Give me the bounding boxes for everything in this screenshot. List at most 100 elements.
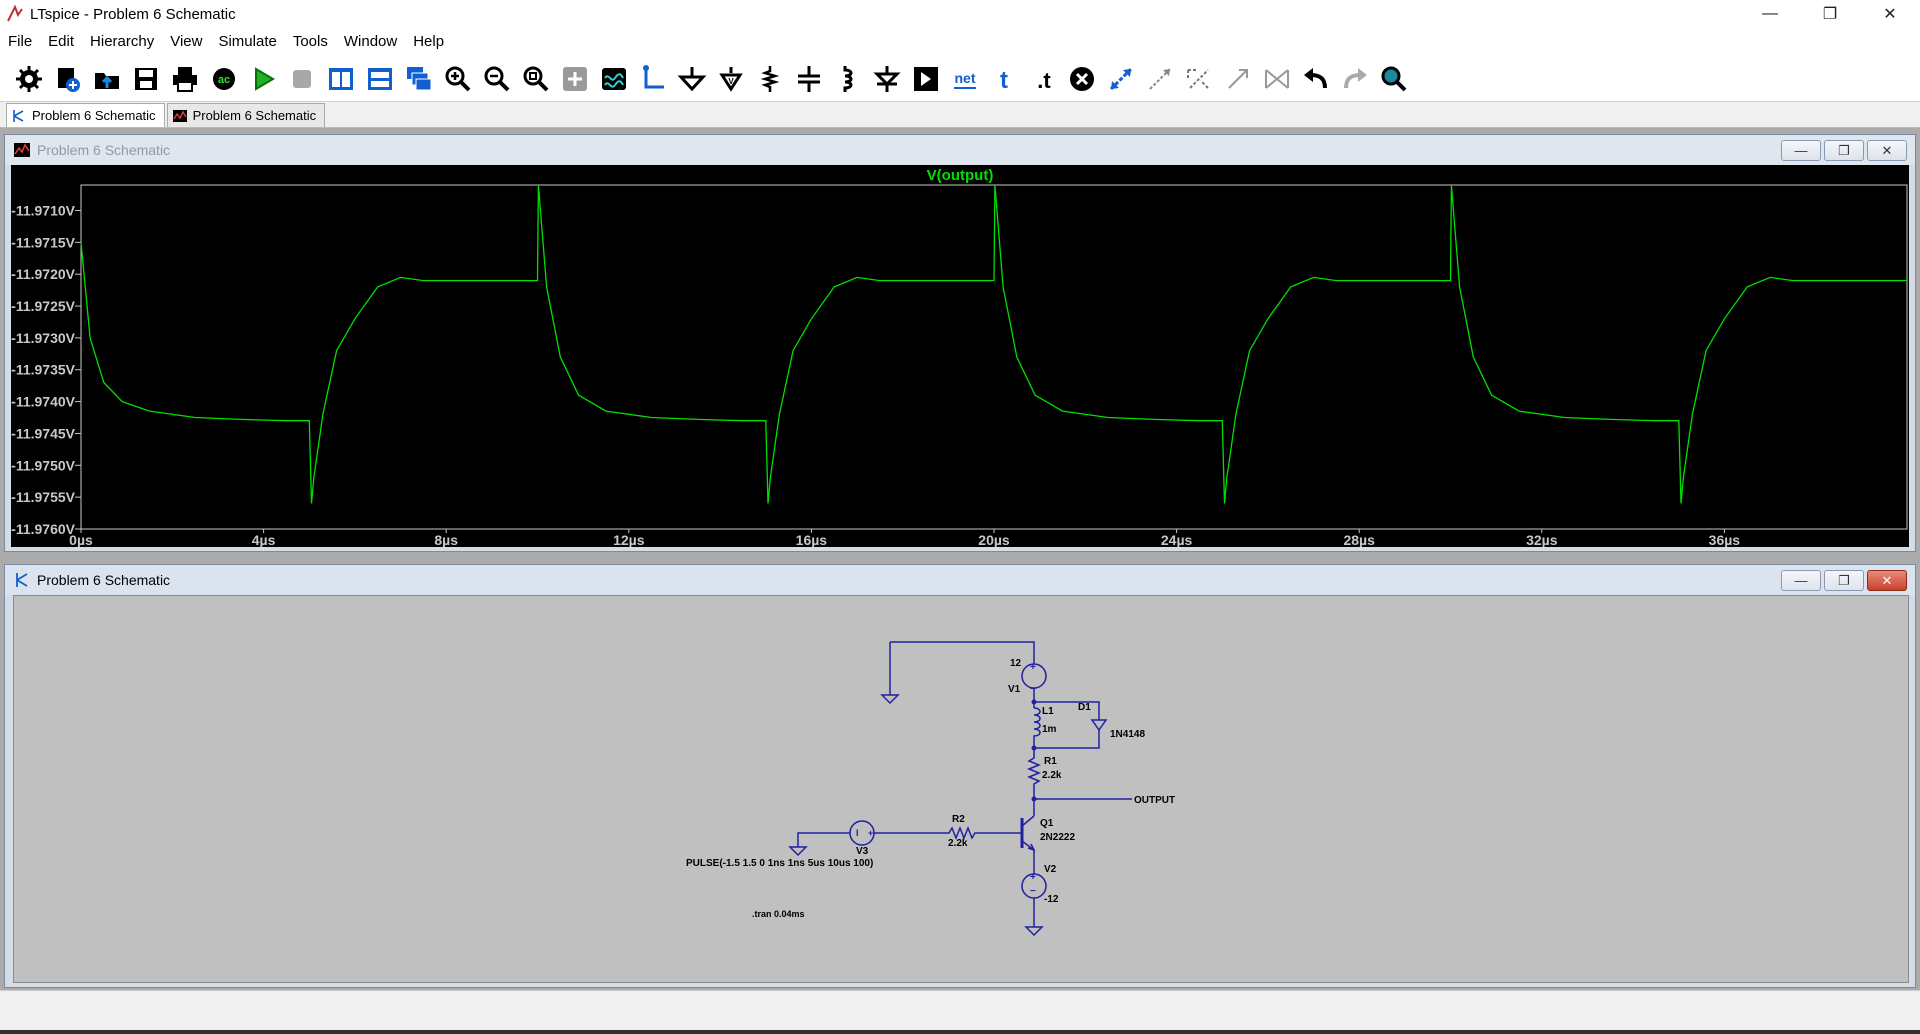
l1-inductor-symbol bbox=[1033, 707, 1041, 748]
redo-icon[interactable] bbox=[1338, 62, 1372, 96]
capacitor-icon[interactable] bbox=[792, 62, 826, 96]
zoom-in-icon[interactable] bbox=[441, 62, 475, 96]
minimize-button[interactable]: — bbox=[1740, 0, 1800, 28]
y-tick-label: -11.9710V bbox=[11, 202, 75, 218]
print-icon[interactable] bbox=[168, 62, 202, 96]
tile-horizontal-icon[interactable] bbox=[363, 62, 397, 96]
drag-icon[interactable] bbox=[1143, 62, 1177, 96]
menu-window[interactable]: Window bbox=[336, 33, 405, 50]
plot-window-title: Problem 6 Schematic bbox=[37, 142, 171, 158]
find-icon[interactable] bbox=[1377, 62, 1411, 96]
spice-directive-icon[interactable]: .t bbox=[1026, 62, 1060, 96]
schematic-window: Problem 6 Schematic — ❐ ✕ + − I + + − 12… bbox=[4, 564, 1916, 988]
menu-simulate[interactable]: Simulate bbox=[210, 33, 284, 50]
zoom-out-icon[interactable] bbox=[480, 62, 514, 96]
q1-model-label: 2N2222 bbox=[1040, 832, 1075, 843]
component-icon[interactable] bbox=[909, 62, 943, 96]
close-button[interactable]: ✕ bbox=[1860, 0, 1920, 28]
y-tick-label: -11.9755V bbox=[11, 489, 75, 505]
document-tabs: Problem 6 Schematic Problem 6 Schematic bbox=[0, 102, 1920, 128]
wire-icon[interactable] bbox=[636, 62, 670, 96]
tab-schematic[interactable]: Problem 6 Schematic bbox=[6, 103, 165, 127]
plot-restore-button[interactable]: ❐ bbox=[1824, 140, 1864, 161]
paste-icon[interactable] bbox=[1260, 62, 1294, 96]
x-tick-label: 28µs bbox=[1343, 532, 1375, 547]
d1-name-label: D1 bbox=[1078, 702, 1091, 713]
x-tick-label: 32µs bbox=[1526, 532, 1558, 547]
svg-text:+: + bbox=[868, 828, 873, 838]
mdi-workspace: Problem 6 Schematic — ❐ ✕ V(output) -11.… bbox=[0, 128, 1920, 990]
undo-icon[interactable] bbox=[1299, 62, 1333, 96]
menu-edit[interactable]: Edit bbox=[40, 33, 82, 50]
r2-value-label: 2.2k bbox=[948, 838, 968, 849]
restore-button[interactable]: ❐ bbox=[1800, 0, 1860, 28]
move-icon[interactable] bbox=[1104, 62, 1138, 96]
mirror-icon[interactable] bbox=[1221, 62, 1255, 96]
ground-icon[interactable] bbox=[675, 62, 709, 96]
x-tick-label: 20µs bbox=[978, 532, 1010, 547]
plot-close-button[interactable]: ✕ bbox=[1867, 140, 1907, 161]
menu-view[interactable]: View bbox=[162, 33, 210, 50]
menu-tools[interactable]: Tools bbox=[285, 33, 336, 50]
zoom-fit-icon[interactable] bbox=[519, 62, 553, 96]
autorange-icon[interactable] bbox=[597, 62, 631, 96]
schematic-icon bbox=[16, 573, 28, 587]
svg-text:+: + bbox=[1030, 872, 1036, 883]
x-tick-label: 16µs bbox=[796, 532, 828, 547]
text-icon[interactable]: t bbox=[987, 62, 1021, 96]
net-icon[interactable]: net bbox=[948, 62, 982, 96]
y-tick-label: -11.9745V bbox=[11, 425, 75, 441]
new-schematic-icon[interactable] bbox=[51, 62, 85, 96]
ac-analysis-icon[interactable]: ac bbox=[207, 62, 241, 96]
resistor-icon[interactable] bbox=[753, 62, 787, 96]
plot-window-titlebar[interactable]: Problem 6 Schematic — ❐ ✕ bbox=[5, 135, 1915, 165]
plot-minimize-button[interactable]: — bbox=[1781, 140, 1821, 161]
schematic-canvas[interactable]: + − I + + − 12 V1 L1 1m D1 1N4148 R1 2.2… bbox=[13, 595, 1909, 983]
r1-value-label: 2.2k bbox=[1042, 770, 1062, 781]
waveform-plot-pane[interactable]: V(output) -11.9710V -11.9715V -11.9720V -11… bbox=[11, 165, 1909, 547]
toolbar: ac V net t .t bbox=[0, 56, 1920, 102]
v2-name-label: V2 bbox=[1044, 864, 1057, 875]
y-tick-label: -11.9750V bbox=[11, 457, 75, 473]
r2-resistor-symbol bbox=[919, 825, 992, 841]
schematic-minimize-button[interactable]: — bbox=[1781, 570, 1821, 591]
svg-text:net: net bbox=[955, 70, 976, 86]
menu-hierarchy[interactable]: Hierarchy bbox=[82, 33, 162, 50]
d1-diode-symbol bbox=[1090, 719, 1108, 732]
window-title: LTspice - Problem 6 Schematic bbox=[30, 5, 236, 23]
tile-vertical-icon[interactable] bbox=[324, 62, 358, 96]
schematic-window-title: Problem 6 Schematic bbox=[37, 572, 171, 588]
svg-text:+: + bbox=[1030, 662, 1036, 673]
inductor-icon[interactable] bbox=[831, 62, 865, 96]
x-tick-label: 36µs bbox=[1709, 532, 1741, 547]
pan-icon[interactable] bbox=[558, 62, 592, 96]
cascade-icon[interactable] bbox=[402, 62, 436, 96]
delete-icon[interactable] bbox=[1065, 62, 1099, 96]
waveform-chart: -11.9710V -11.9715V -11.9720V -11.9725V -11.… bbox=[11, 184, 1908, 547]
settings-icon[interactable] bbox=[12, 62, 46, 96]
l1-value-label: 1m bbox=[1042, 724, 1057, 735]
open-icon[interactable] bbox=[90, 62, 124, 96]
halt-icon[interactable] bbox=[285, 62, 319, 96]
tab-waveform[interactable]: Problem 6 Schematic bbox=[166, 103, 326, 127]
menu-file[interactable]: File bbox=[0, 33, 40, 50]
save-icon[interactable] bbox=[129, 62, 163, 96]
run-icon[interactable] bbox=[246, 62, 280, 96]
menu-help[interactable]: Help bbox=[405, 33, 452, 50]
schematic-drawing: + − I + + − 12 V1 L1 1m D1 1N4148 R1 2.2… bbox=[686, 641, 1175, 937]
label-net-icon[interactable]: V bbox=[714, 62, 748, 96]
svg-text:t: t bbox=[1000, 67, 1008, 94]
diode-icon[interactable] bbox=[870, 62, 904, 96]
rotate-icon[interactable] bbox=[1182, 62, 1216, 96]
svg-text:ac: ac bbox=[218, 74, 230, 86]
svg-text:I: I bbox=[856, 828, 859, 838]
ground-symbol-3 bbox=[1024, 926, 1044, 937]
schematic-close-button[interactable]: ✕ bbox=[1867, 570, 1907, 591]
y-tick-label: -11.9735V bbox=[11, 362, 75, 378]
output-net-label: OUTPUT bbox=[1134, 795, 1175, 806]
y-tick-label: -11.9740V bbox=[11, 394, 75, 410]
svg-text:−: − bbox=[1030, 684, 1036, 695]
spice-directive-label[interactable]: .tran 0.04ms bbox=[752, 909, 805, 919]
schematic-window-titlebar[interactable]: Problem 6 Schematic — ❐ ✕ bbox=[5, 565, 1915, 595]
schematic-restore-button[interactable]: ❐ bbox=[1824, 570, 1864, 591]
